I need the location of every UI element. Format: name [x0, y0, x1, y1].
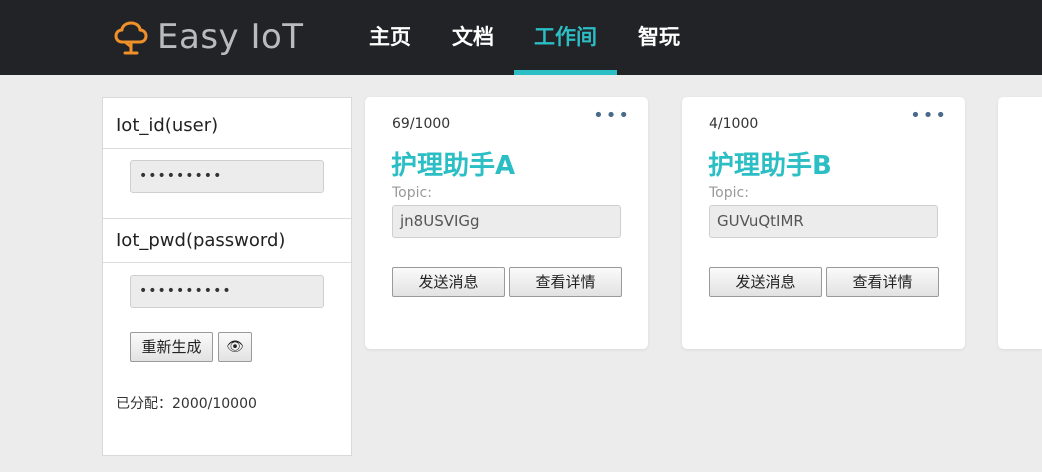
more-options-icon[interactable]: ••• [910, 107, 948, 125]
divider [103, 218, 351, 219]
allocation-label: 已分配： [116, 396, 172, 412]
divider [103, 148, 351, 149]
nav-active-indicator [514, 70, 617, 75]
eye-icon: 👁 [226, 339, 244, 355]
send-message-button[interactable]: 发送消息 [392, 267, 505, 297]
nav-item-workspace[interactable]: 工作间 [514, 0, 617, 75]
topic-label: Topic: [392, 185, 432, 201]
nav-item-docs[interactable]: 文档 [448, 0, 498, 75]
device-card: 69/1000 ••• 护理助手A Topic: jn8USVIGg 发送消息 … [365, 97, 648, 349]
allocation-status: 已分配：2000/10000 [116, 393, 257, 413]
user-id-label: Iot_id(user) [116, 115, 219, 136]
allocation-value: 2000/10000 [172, 396, 257, 412]
nav-item-home[interactable]: 主页 [365, 0, 415, 75]
top-nav-bar: Easy IoT 主页 文档 工作间 智玩 [0, 0, 1042, 75]
message-count: 69/1000 [392, 116, 451, 132]
toggle-visibility-button[interactable]: 👁 [218, 332, 252, 362]
device-title: 护理助手B [708, 151, 832, 181]
more-options-icon[interactable]: ••• [593, 107, 631, 125]
device-title: 护理助手A [391, 151, 516, 181]
credentials-panel: Iot_id(user) ••••••••• Iot_pwd(password)… [102, 97, 352, 456]
topic-field[interactable]: GUVuQtIMR [709, 205, 938, 238]
view-details-button[interactable]: 查看详情 [509, 267, 622, 297]
regenerate-button[interactable]: 重新生成 [130, 332, 213, 362]
cloud-tree-icon [114, 21, 148, 55]
send-message-button[interactable]: 发送消息 [709, 267, 822, 297]
password-field[interactable]: •••••••••• [130, 275, 324, 308]
divider [103, 262, 351, 263]
topic-field[interactable]: jn8USVIGg [392, 205, 621, 238]
nav-item-play[interactable]: 智玩 [634, 0, 684, 75]
message-count: 4/1000 [709, 116, 759, 132]
topic-label: Topic: [709, 185, 749, 201]
password-label: Iot_pwd(password) [116, 230, 286, 251]
device-card-partial [998, 97, 1042, 349]
device-card: 4/1000 ••• 护理助手B Topic: GUVuQtIMR 发送消息 查… [682, 97, 965, 349]
brand-name[interactable]: Easy IoT [157, 16, 304, 58]
view-details-button[interactable]: 查看详情 [826, 267, 939, 297]
user-id-field[interactable]: ••••••••• [130, 160, 324, 193]
